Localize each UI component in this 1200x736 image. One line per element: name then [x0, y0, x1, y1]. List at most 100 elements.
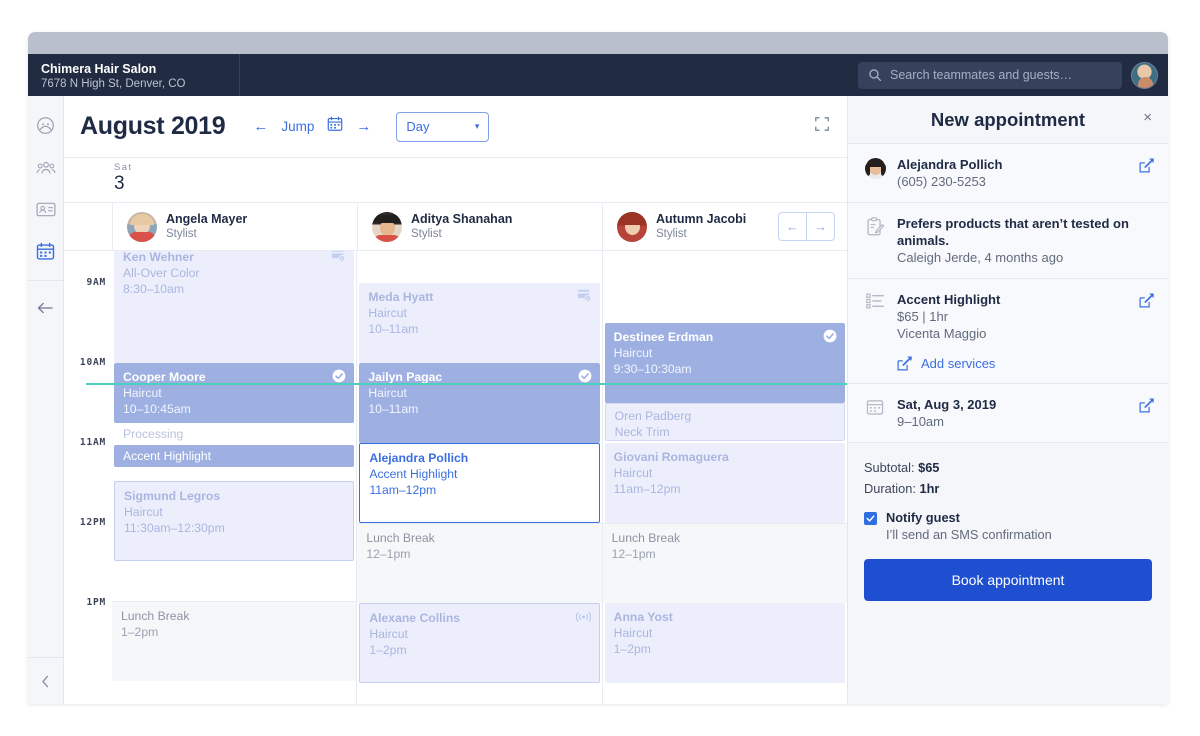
appointment-guest: Ken Wehner [123, 251, 194, 264]
time-label: 10AM [79, 357, 106, 368]
appointment-time: 11am–12pm [613, 482, 681, 496]
processing-block[interactable]: Processing [114, 423, 355, 445]
staff-column-header[interactable]: Angela Mayer Stylist [112, 203, 357, 250]
calendar-icon [36, 242, 55, 260]
current-time-indicator [86, 383, 112, 385]
search-input[interactable]: Search teammates and guests… [858, 61, 1122, 89]
guest-info: Alejandra Pollich (605) 230-5253 [897, 156, 1152, 190]
window-titlebar [28, 32, 1168, 54]
app-window: Chimera Hair Salon 7678 N High St, Denve… [28, 32, 1168, 704]
appointment-service: Haircut [368, 386, 407, 400]
staff-role: Stylist [411, 228, 442, 240]
note-icon [866, 217, 884, 236]
appointment-service: Haircut [613, 346, 653, 360]
staff-row-gutter [64, 203, 112, 250]
time-label: 12PM [79, 517, 106, 528]
payment-icon: $ [331, 251, 346, 267]
appointment-service: Haircut [124, 505, 163, 519]
selected-date[interactable]: Sat 3 [112, 158, 132, 194]
staff-name: Aditya Shanahan [411, 212, 513, 226]
break-block[interactable]: Lunch Break 1–2pm [112, 601, 357, 681]
arrow-left-icon [37, 302, 53, 314]
appointment-service: Haircut [613, 626, 653, 640]
column-aditya-shanahan[interactable]: Meda Hyatt Haircut 10–11am $ Jailyn Paga… [356, 251, 602, 704]
jump-button[interactable]: Jump [281, 119, 314, 134]
sub-service-block[interactable]: Accent Highlight [114, 445, 355, 467]
sidebar-item-guests[interactable] [33, 194, 59, 224]
appointment-block[interactable]: Meda Hyatt Haircut 10–11am $ [359, 283, 600, 363]
break-block[interactable]: Lunch Break 12–1pm [357, 523, 602, 603]
add-services-button[interactable]: Add services [848, 348, 1168, 384]
appointment-block[interactable]: Ken Wehner All-Over Color 8:30–10am $ [114, 251, 355, 363]
chevron-down-icon: ▾ [474, 121, 480, 131]
edit-service-button[interactable] [1139, 293, 1154, 313]
sidebar-item-team[interactable] [33, 152, 59, 182]
rail-collapse-button[interactable] [28, 657, 63, 704]
datetime-section[interactable]: Sat, Aug 3, 2019 9–10am [848, 384, 1168, 443]
note-icon-wrap [864, 215, 886, 266]
staff-next-button[interactable]: → [806, 213, 834, 240]
staff-role: Stylist [656, 228, 687, 240]
close-icon[interactable]: × [1143, 110, 1152, 125]
appointment-guest: Oren Padberg [614, 409, 692, 423]
appointment-block-selected[interactable]: Alejandra Pollich Accent Highlight 11am–… [359, 443, 600, 523]
break-block[interactable]: Lunch Break 12–1pm [602, 523, 847, 603]
datetime-icon-wrap [864, 396, 886, 430]
appointment-guest: Anna Yost [613, 610, 673, 624]
duration-label: Duration: [864, 481, 916, 496]
user-avatar[interactable] [1131, 61, 1158, 89]
appointment-block[interactable]: Destinee Erdman Haircut 9:30–10:30am [604, 323, 845, 403]
view-mode-select[interactable]: Day ▾ [396, 111, 490, 142]
search-icon [869, 69, 882, 82]
time-label: 11AM [79, 437, 106, 448]
appointment-block[interactable]: Giovani Romaguera Haircut 11am–12pm [604, 443, 845, 523]
guest-note-section: Prefers products that aren’t tested on a… [848, 203, 1168, 279]
appointment-block[interactable]: Jailyn Pagac Haircut 10–11am [359, 363, 600, 443]
time-gutter: 9AM 10AM 11AM 12PM 1PM [64, 251, 112, 704]
appointment-block[interactable]: Oren Padberg Neck Trim [604, 403, 845, 441]
topbar-right-group: Search teammates and guests… [858, 54, 1168, 96]
staff-column-header[interactable]: Autumn Jacobi Stylist ← → [602, 203, 847, 250]
appointment-guest: Meda Hyatt [368, 290, 434, 304]
prev-day-button[interactable]: ← [253, 119, 268, 134]
staff-prev-button[interactable]: ← [779, 213, 806, 240]
note-text: Prefers products that aren’t tested on a… [897, 216, 1129, 248]
column-angela-mayer[interactable]: Ken Wehner All-Over Color 8:30–10am $ Co… [112, 251, 357, 704]
guest-section[interactable]: Alejandra Pollich (605) 230-5253 [848, 144, 1168, 203]
rail-back-button[interactable] [33, 293, 59, 323]
subtotal-row: Subtotal: $65 [864, 457, 1152, 478]
avatar [617, 211, 647, 242]
brand-block[interactable]: Chimera Hair Salon 7678 N High St, Denve… [28, 54, 240, 96]
edit-datetime-button[interactable] [1139, 398, 1154, 418]
sub-service-label: Accent Highlight [123, 449, 212, 463]
appointment-block[interactable]: Sigmund Legros Haircut 11:30am–12:30pm [114, 481, 355, 561]
notify-guest-row[interactable]: Notify guest I’ll send an SMS confirmati… [848, 499, 1168, 543]
appointment-block[interactable]: Anna Yost Haircut 1–2pm [604, 603, 845, 683]
date-navigation-group: ← Jump → [253, 116, 371, 137]
appointment-block[interactable]: Cooper Moore Haircut 10–10:45am [114, 363, 355, 423]
time-label: 1PM [86, 597, 106, 608]
appointment-block[interactable]: Alexane Collins Haircut 1–2pm [359, 603, 600, 683]
jump-calendar-icon-button[interactable] [327, 116, 343, 137]
service-icon-wrap [864, 291, 886, 342]
appointment-service: Neck Trim [614, 425, 670, 439]
edit-guest-button[interactable] [1139, 158, 1154, 178]
avatar [864, 158, 886, 179]
duration-value: 1hr [919, 481, 940, 496]
staff-column-header[interactable]: Aditya Shanahan Stylist [357, 203, 602, 250]
fullscreen-button[interactable] [815, 117, 829, 136]
appointment-time: 1–2pm [613, 642, 651, 656]
column-autumn-jacobi[interactable]: Destinee Erdman Haircut 9:30–10:30am Ore… [601, 251, 847, 704]
break-time: 12–1pm [366, 547, 411, 561]
search-placeholder-text: Search teammates and guests… [890, 68, 1073, 82]
notify-guest-checkbox[interactable] [864, 512, 877, 525]
next-day-button[interactable]: → [356, 119, 371, 134]
break-time: 1–2pm [121, 625, 159, 639]
appointment-service: Haircut [368, 306, 407, 320]
subtotal-label: Subtotal: [864, 460, 915, 475]
sidebar-item-calendar[interactable] [33, 236, 59, 266]
book-appointment-button[interactable]: Book appointment [864, 559, 1152, 601]
service-section[interactable]: Accent Highlight $65 | 1hr Vicenta Maggi… [848, 279, 1168, 348]
sidebar-item-dashboard[interactable] [33, 110, 59, 140]
service-info: Accent Highlight $65 | 1hr Vicenta Maggi… [897, 291, 1152, 342]
